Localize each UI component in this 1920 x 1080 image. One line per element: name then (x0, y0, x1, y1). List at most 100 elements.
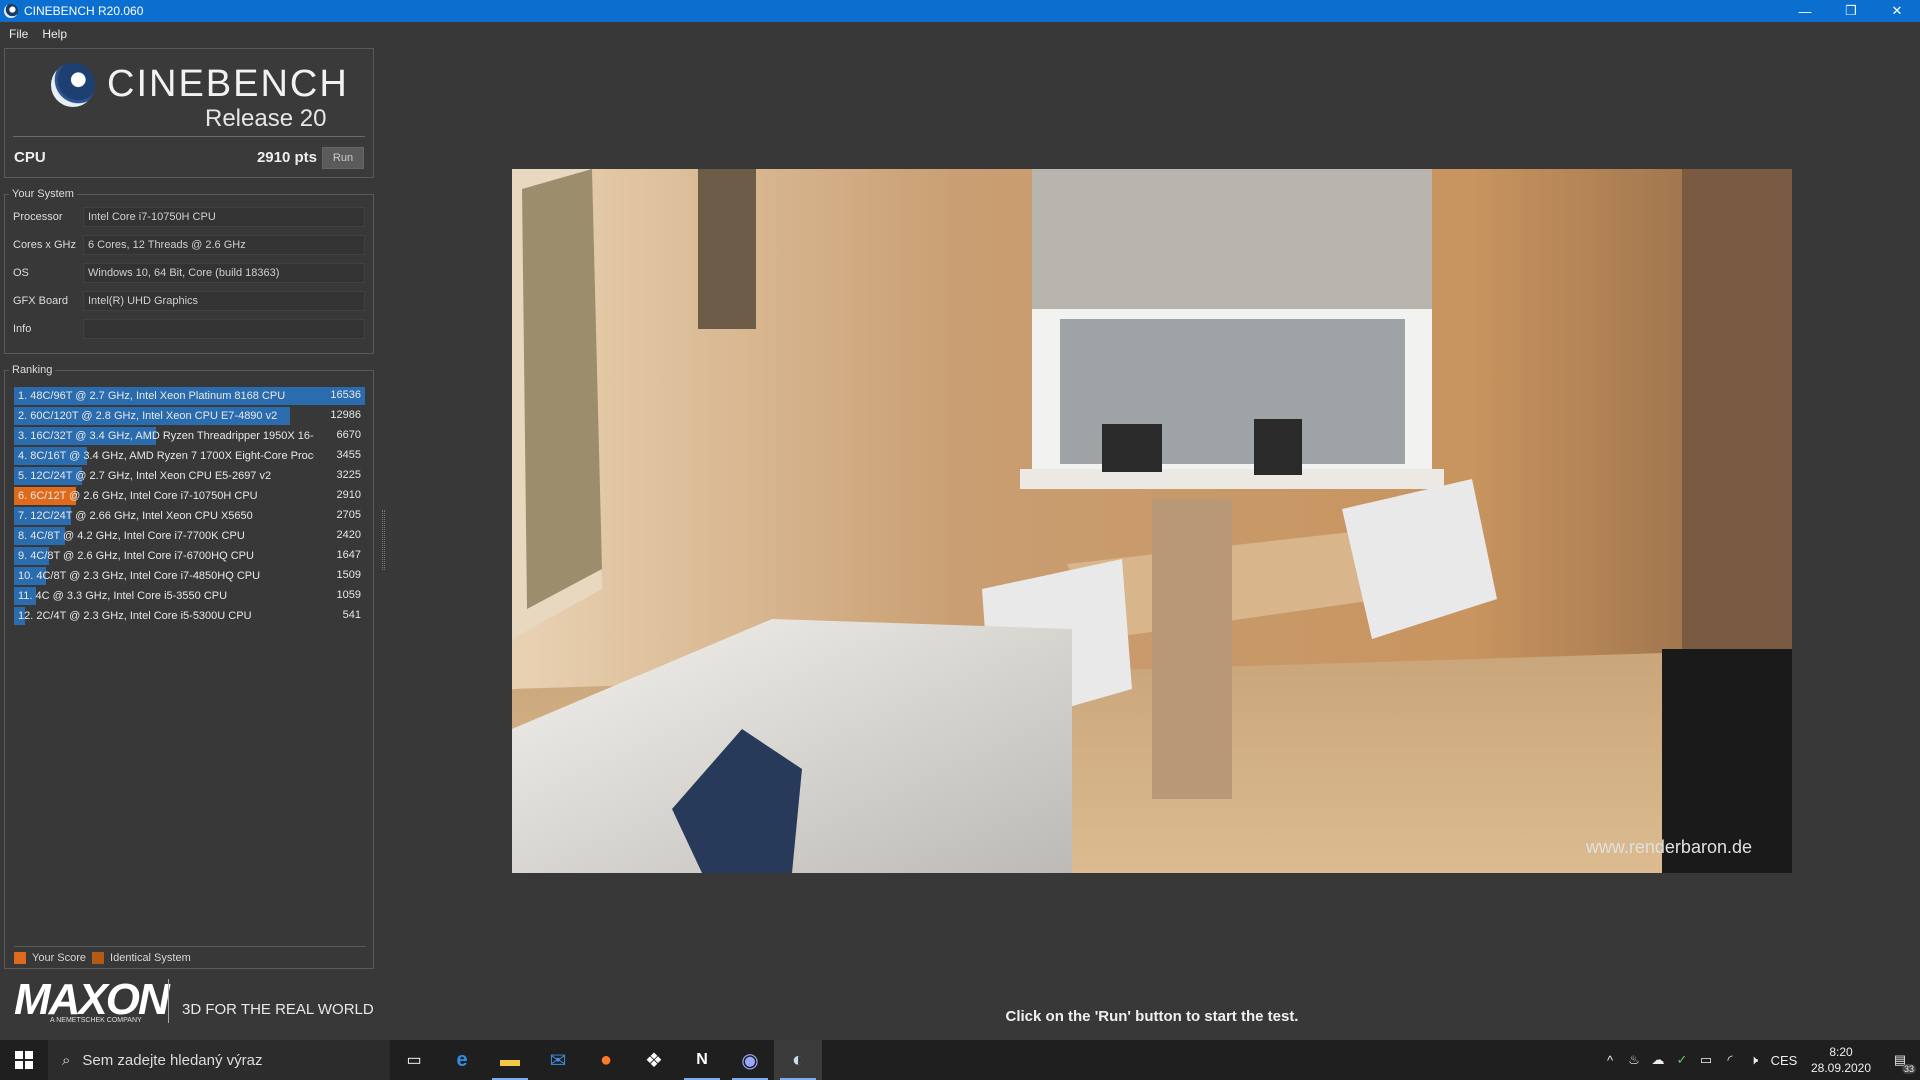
ranking-name: 9. 4C/8T @ 2.6 GHz, Intel Core i7-6700HQ… (18, 550, 254, 562)
ranking-row[interactable]: 6. 6C/12T @ 2.6 GHz, Intel Core i7-10750… (14, 486, 365, 506)
ranking-score: 2705 (336, 509, 361, 521)
cinebench-app-icon (4, 4, 18, 18)
menu-bar: File Help (0, 22, 1920, 46)
ranking-legend: Your Score Identical System (14, 946, 366, 968)
start-button[interactable] (0, 1040, 48, 1080)
render-preview: www.renderbaron.de (512, 169, 1792, 873)
wifi-icon[interactable]: ◜ (1718, 1052, 1742, 1068)
ranking-row[interactable]: 12. 2C/4T @ 2.3 GHz, Intel Core i5-5300U… (14, 606, 365, 626)
system-row-gfx: GFX Board Intel(R) UHD Graphics (13, 290, 365, 312)
ranking-score: 16536 (330, 389, 361, 401)
mail-icon[interactable]: ✉ (534, 1040, 582, 1080)
language-indicator[interactable]: CES (1766, 1053, 1802, 1068)
ranking-score: 2910 (336, 489, 361, 501)
close-button[interactable]: ✕ (1874, 0, 1920, 22)
legend-identical-system: Identical System (110, 951, 191, 964)
ranking-score: 1647 (336, 549, 361, 561)
notification-count: 33 (1901, 1064, 1916, 1074)
logo-release: Release 20 (205, 105, 327, 132)
maxon-branding: MAXON A NEMETSCHEK COMPANY 3D FOR THE RE… (14, 975, 374, 1025)
system-label: Processor (13, 211, 63, 223)
edge-icon[interactable]: e (438, 1040, 486, 1080)
menu-file[interactable]: File (9, 27, 28, 41)
notion-icon[interactable]: N (678, 1040, 726, 1080)
minimize-button[interactable]: — (1782, 0, 1828, 22)
cpu-label: CPU (14, 149, 46, 166)
ranking-row[interactable]: 11. 4C @ 3.3 GHz, Intel Core i5-3550 CPU… (14, 586, 365, 606)
ranking-name: 11. 4C @ 3.3 GHz, Intel Core i5-3550 CPU (18, 590, 228, 602)
ranking-row[interactable]: 3. 16C/32T @ 3.4 GHz, AMD Ryzen Threadri… (14, 426, 365, 446)
system-tray: ^ ♨ ☁ ✓ ▭ ◜ 🕨 CES 8:20 28.09.2020 ▤ 33 (1598, 1040, 1920, 1080)
divider (13, 136, 365, 137)
processor-field[interactable]: Intel Core i7-10750H CPU (83, 207, 365, 227)
clock-time: 8:20 (1829, 1045, 1853, 1059)
taskbar-search[interactable]: ⌕ Sem zadejte hledaný výraz (48, 1040, 390, 1080)
ranking-name: 8. 4C/8T @ 4.2 GHz, Intel Core i7-7700K … (18, 530, 245, 542)
ranking-score: 1509 (336, 569, 361, 581)
ranking-name: 4. 8C/16T @ 3.4 GHz, AMD Ryzen 7 1700X E… (18, 450, 314, 462)
notifications-icon[interactable]: ▤ 33 (1880, 1052, 1920, 1074)
ranking-row[interactable]: 7. 12C/24T @ 2.66 GHz, Intel Xeon CPU X5… (14, 506, 365, 526)
dropbox-icon[interactable]: ❖ (630, 1040, 678, 1080)
ranking-row[interactable]: 2. 60C/120T @ 2.8 GHz, Intel Xeon CPU E7… (14, 406, 365, 426)
info-field[interactable] (83, 319, 365, 339)
menu-help[interactable]: Help (42, 27, 67, 41)
system-label: Cores x GHz (13, 239, 76, 251)
run-button[interactable]: Run (322, 147, 364, 169)
divider (168, 979, 169, 1023)
steam-icon[interactable]: ♨ (1622, 1052, 1646, 1068)
clock[interactable]: 8:20 28.09.2020 (1802, 1044, 1880, 1076)
legend-your-score: Your Score (32, 951, 87, 964)
firefox-icon[interactable]: ● (582, 1040, 630, 1080)
ranking-name: 3. 16C/32T @ 3.4 GHz, AMD Ryzen Threadri… (18, 430, 314, 442)
your-score-swatch (14, 951, 26, 964)
os-field[interactable]: Windows 10, 64 Bit, Core (build 18363) (83, 263, 365, 283)
search-placeholder: Sem zadejte hledaný výraz (82, 1051, 263, 1069)
system-row-info: Info (13, 318, 365, 340)
system-row-os: OS Windows 10, 64 Bit, Core (build 18363… (13, 262, 365, 284)
task-view-icon[interactable]: ▭ (390, 1040, 438, 1080)
cinebench-taskbar-icon[interactable]: ◐ (774, 1040, 822, 1080)
ranking-group: Ranking 1. 48C/96T @ 2.7 GHz, Intel Xeon… (4, 364, 374, 969)
ranking-row[interactable]: 1. 48C/96T @ 2.7 GHz, Intel Xeon Platinu… (14, 386, 365, 406)
window-title: CINEBENCH R20.060 (24, 4, 144, 18)
system-label: OS (13, 267, 29, 279)
system-row-processor: Processor Intel Core i7-10750H CPU (13, 206, 365, 228)
render-watermark: www.renderbaron.de (1585, 837, 1752, 857)
logo-panel: CINEBENCH Release 20 CPU 2910 pts Run (4, 48, 374, 178)
panel-splitter[interactable] (382, 510, 385, 570)
ranking-name: 1. 48C/96T @ 2.7 GHz, Intel Xeon Platinu… (18, 390, 286, 402)
logo-title: CINEBENCH (107, 63, 349, 105)
ranking-list: 1. 48C/96T @ 2.7 GHz, Intel Xeon Platinu… (14, 386, 365, 626)
gfx-board-field[interactable]: Intel(R) UHD Graphics (83, 291, 365, 311)
your-system-title: Your System (9, 188, 77, 200)
cores-field[interactable]: 6 Cores, 12 Threads @ 2.6 GHz (83, 235, 365, 255)
ranking-name: 2. 60C/120T @ 2.8 GHz, Intel Xeon CPU E7… (18, 410, 278, 422)
ranking-row[interactable]: 4. 8C/16T @ 3.4 GHz, AMD Ryzen 7 1700X E… (14, 446, 365, 466)
ranking-row[interactable]: 5. 12C/24T @ 2.7 GHz, Intel Xeon CPU E5-… (14, 466, 365, 486)
ranking-score: 6670 (336, 429, 361, 441)
system-label: Info (13, 323, 32, 335)
ranking-score: 12986 (330, 409, 361, 421)
identical-system-swatch (92, 951, 105, 964)
ranking-name: 7. 12C/24T @ 2.66 GHz, Intel Xeon CPU X5… (18, 510, 253, 522)
ranking-row[interactable]: 10. 4C/8T @ 2.3 GHz, Intel Core i7-4850H… (14, 566, 365, 586)
battery-icon[interactable]: ▭ (1694, 1052, 1718, 1068)
system-label: GFX Board (13, 295, 69, 307)
ranking-name: 12. 2C/4T @ 2.3 GHz, Intel Core i5-5300U… (18, 610, 252, 622)
clock-date: 28.09.2020 (1810, 1061, 1872, 1075)
onedrive-icon[interactable]: ☁ (1646, 1052, 1670, 1068)
restore-button[interactable]: ❐ (1828, 0, 1874, 22)
maxon-subtitle: A NEMETSCHEK COMPANY (50, 1017, 142, 1024)
search-icon: ⌕ (62, 1051, 71, 1069)
ranking-row[interactable]: 9. 4C/8T @ 2.6 GHz, Intel Core i7-6700HQ… (14, 546, 365, 566)
file-explorer-icon[interactable]: ▬ (486, 1040, 534, 1080)
discord-icon[interactable]: ◉ (726, 1040, 774, 1080)
taskbar: ⌕ Sem zadejte hledaný výraz ▭ e ▬ ✉ ● ❖ … (0, 1040, 1920, 1080)
cinebench-logo-icon (51, 63, 95, 107)
ranking-row[interactable]: 8. 4C/8T @ 4.2 GHz, Intel Core i7-7700K … (14, 526, 365, 546)
chevron-up-icon[interactable]: ^ (1598, 1053, 1622, 1068)
ranking-title: Ranking (9, 364, 56, 376)
security-icon[interactable]: ✓ (1670, 1052, 1694, 1068)
volume-muted-icon[interactable]: 🕨 (1742, 1052, 1766, 1068)
